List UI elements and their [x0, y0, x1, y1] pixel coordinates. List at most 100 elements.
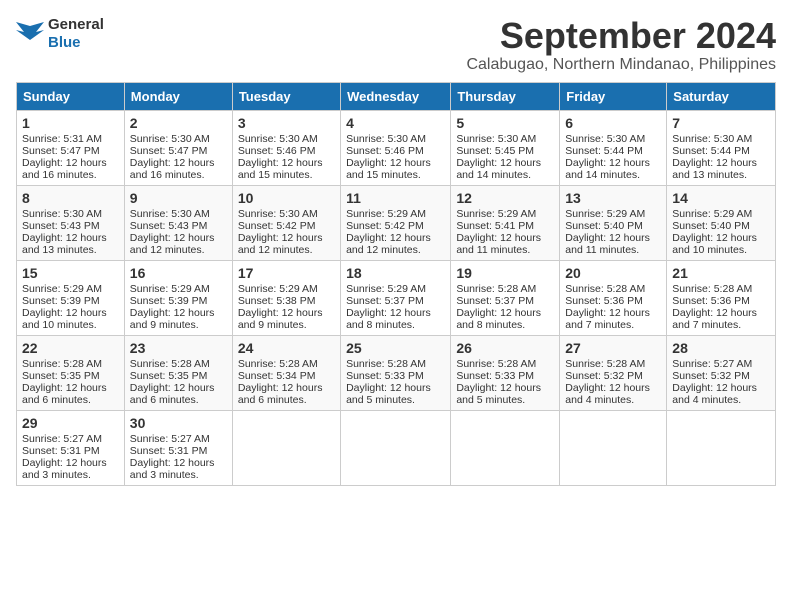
- table-row: 6 Sunrise: 5:30 AMSunset: 5:44 PMDaylight…: [560, 110, 667, 185]
- day-number: 16: [130, 265, 227, 281]
- cell-sunrise: Sunrise: 5:30 AMSunset: 5:43 PMDaylight:…: [22, 208, 107, 256]
- col-saturday: Saturday: [667, 82, 776, 110]
- table-row: 3 Sunrise: 5:30 AMSunset: 5:46 PMDaylight…: [232, 110, 340, 185]
- table-row: 14 Sunrise: 5:29 AMSunset: 5:40 PMDayligh…: [667, 185, 776, 260]
- day-number: 25: [346, 340, 445, 356]
- table-row: [232, 410, 340, 485]
- table-row: 22Sunrise: 5:28 AMSunset: 5:35 PMDayligh…: [17, 335, 125, 410]
- table-row: [451, 410, 560, 485]
- table-row: 24 Sunrise: 5:28 AMSunset: 5:34 PMDayligh…: [232, 335, 340, 410]
- cell-sunrise: Sunrise: 5:29 AMSunset: 5:39 PMDaylight:…: [22, 283, 107, 331]
- table-row: 2 Sunrise: 5:30 AMSunset: 5:47 PMDaylight…: [124, 110, 232, 185]
- day-number: 30: [130, 415, 227, 431]
- calendar-week-row: 29 Sunrise: 5:27 AMSunset: 5:31 PMDayligh…: [17, 410, 776, 485]
- table-row: [341, 410, 451, 485]
- logo: General Blue: [16, 16, 104, 52]
- day-number: 2: [130, 115, 227, 131]
- table-row: 8Sunrise: 5:30 AMSunset: 5:43 PMDaylight…: [17, 185, 125, 260]
- day-number: 10: [238, 190, 335, 206]
- calendar-week-row: 22Sunrise: 5:28 AMSunset: 5:35 PMDayligh…: [17, 335, 776, 410]
- month-title: September 2024: [466, 16, 776, 56]
- cell-sunrise: Sunrise: 5:29 AMSunset: 5:37 PMDaylight:…: [346, 283, 431, 331]
- table-row: 1 Sunrise: 5:31 AMSunset: 5:47 PMDaylight…: [17, 110, 125, 185]
- cell-sunrise: Sunrise: 5:30 AMSunset: 5:45 PMDaylight:…: [456, 133, 541, 181]
- col-thursday: Thursday: [451, 82, 560, 110]
- cell-sunrise: Sunrise: 5:31 AMSunset: 5:47 PMDaylight:…: [22, 133, 107, 181]
- cell-sunrise: Sunrise: 5:28 AMSunset: 5:36 PMDaylight:…: [672, 283, 757, 331]
- cell-sunrise: Sunrise: 5:28 AMSunset: 5:37 PMDaylight:…: [456, 283, 541, 331]
- cell-sunrise: Sunrise: 5:29 AMSunset: 5:38 PMDaylight:…: [238, 283, 323, 331]
- day-number: 1: [22, 115, 119, 131]
- location-title: Calabugao, Northern Mindanao, Philippine…: [466, 56, 776, 74]
- day-number: 27: [565, 340, 661, 356]
- title-area: September 2024 Calabugao, Northern Minda…: [466, 16, 776, 74]
- table-row: 9 Sunrise: 5:30 AMSunset: 5:43 PMDaylight…: [124, 185, 232, 260]
- col-sunday: Sunday: [17, 82, 125, 110]
- table-row: 25 Sunrise: 5:28 AMSunset: 5:33 PMDayligh…: [341, 335, 451, 410]
- table-row: 17Sunrise: 5:29 AMSunset: 5:38 PMDayligh…: [232, 260, 340, 335]
- cell-sunrise: Sunrise: 5:28 AMSunset: 5:34 PMDaylight:…: [238, 358, 323, 406]
- col-friday: Friday: [560, 82, 667, 110]
- cell-sunrise: Sunrise: 5:29 AMSunset: 5:40 PMDaylight:…: [672, 208, 757, 256]
- cell-sunrise: Sunrise: 5:27 AMSunset: 5:31 PMDaylight:…: [130, 433, 215, 481]
- cell-sunrise: Sunrise: 5:29 AMSunset: 5:42 PMDaylight:…: [346, 208, 431, 256]
- table-row: 4Sunrise: 5:30 AMSunset: 5:46 PMDaylight…: [341, 110, 451, 185]
- day-number: 12: [456, 190, 554, 206]
- day-number: 7: [672, 115, 770, 131]
- day-number: 5: [456, 115, 554, 131]
- cell-sunrise: Sunrise: 5:29 AMSunset: 5:39 PMDaylight:…: [130, 283, 215, 331]
- table-row: 28Sunrise: 5:27 AMSunset: 5:32 PMDayligh…: [667, 335, 776, 410]
- cell-sunrise: Sunrise: 5:29 AMSunset: 5:40 PMDaylight:…: [565, 208, 650, 256]
- calendar: Sunday Monday Tuesday Wednesday Thursday…: [16, 82, 776, 486]
- cell-sunrise: Sunrise: 5:30 AMSunset: 5:43 PMDaylight:…: [130, 208, 215, 256]
- logo-blue: Blue: [48, 34, 81, 51]
- table-row: [560, 410, 667, 485]
- day-number: 15: [22, 265, 119, 281]
- cell-sunrise: Sunrise: 5:30 AMSunset: 5:42 PMDaylight:…: [238, 208, 323, 256]
- cell-sunrise: Sunrise: 5:28 AMSunset: 5:32 PMDaylight:…: [565, 358, 650, 406]
- table-row: 19 Sunrise: 5:28 AMSunset: 5:37 PMDayligh…: [451, 260, 560, 335]
- day-number: 26: [456, 340, 554, 356]
- table-row: 10 Sunrise: 5:30 AMSunset: 5:42 PMDayligh…: [232, 185, 340, 260]
- day-number: 29: [22, 415, 119, 431]
- cell-sunrise: Sunrise: 5:28 AMSunset: 5:35 PMDaylight:…: [130, 358, 215, 406]
- day-number: 21: [672, 265, 770, 281]
- table-row: 27 Sunrise: 5:28 AMSunset: 5:32 PMDayligh…: [560, 335, 667, 410]
- day-number: 28: [672, 340, 770, 356]
- table-row: 12Sunrise: 5:29 AMSunset: 5:41 PMDayligh…: [451, 185, 560, 260]
- table-row: 7Sunrise: 5:30 AMSunset: 5:44 PMDaylight…: [667, 110, 776, 185]
- day-number: 9: [130, 190, 227, 206]
- table-row: 29 Sunrise: 5:27 AMSunset: 5:31 PMDayligh…: [17, 410, 125, 485]
- calendar-week-row: 1 Sunrise: 5:31 AMSunset: 5:47 PMDaylight…: [17, 110, 776, 185]
- calendar-week-row: 8Sunrise: 5:30 AMSunset: 5:43 PMDaylight…: [17, 185, 776, 260]
- table-row: 26 Sunrise: 5:28 AMSunset: 5:33 PMDayligh…: [451, 335, 560, 410]
- calendar-week-row: 15 Sunrise: 5:29 AMSunset: 5:39 PMDayligh…: [17, 260, 776, 335]
- cell-sunrise: Sunrise: 5:28 AMSunset: 5:33 PMDaylight:…: [456, 358, 541, 406]
- day-number: 4: [346, 115, 445, 131]
- day-number: 24: [238, 340, 335, 356]
- table-row: 16 Sunrise: 5:29 AMSunset: 5:39 PMDayligh…: [124, 260, 232, 335]
- day-number: 23: [130, 340, 227, 356]
- table-row: 20Sunrise: 5:28 AMSunset: 5:36 PMDayligh…: [560, 260, 667, 335]
- day-number: 6: [565, 115, 661, 131]
- day-number: 20: [565, 265, 661, 281]
- day-number: 3: [238, 115, 335, 131]
- col-monday: Monday: [124, 82, 232, 110]
- table-row: 11Sunrise: 5:29 AMSunset: 5:42 PMDayligh…: [341, 185, 451, 260]
- header: General Blue September 2024 Calabugao, N…: [16, 16, 776, 74]
- table-row: 30 Sunrise: 5:27 AMSunset: 5:31 PMDayligh…: [124, 410, 232, 485]
- cell-sunrise: Sunrise: 5:27 AMSunset: 5:31 PMDaylight:…: [22, 433, 107, 481]
- cell-sunrise: Sunrise: 5:30 AMSunset: 5:47 PMDaylight:…: [130, 133, 215, 181]
- table-row: 18 Sunrise: 5:29 AMSunset: 5:37 PMDayligh…: [341, 260, 451, 335]
- calendar-header-row: Sunday Monday Tuesday Wednesday Thursday…: [17, 82, 776, 110]
- table-row: 5 Sunrise: 5:30 AMSunset: 5:45 PMDaylight…: [451, 110, 560, 185]
- cell-sunrise: Sunrise: 5:28 AMSunset: 5:33 PMDaylight:…: [346, 358, 431, 406]
- logo-icon: [16, 22, 44, 46]
- cell-sunrise: Sunrise: 5:30 AMSunset: 5:46 PMDaylight:…: [238, 133, 323, 181]
- day-number: 18: [346, 265, 445, 281]
- day-number: 14: [672, 190, 770, 206]
- col-wednesday: Wednesday: [341, 82, 451, 110]
- day-number: 19: [456, 265, 554, 281]
- table-row: 21 Sunrise: 5:28 AMSunset: 5:36 PMDayligh…: [667, 260, 776, 335]
- cell-sunrise: Sunrise: 5:30 AMSunset: 5:44 PMDaylight:…: [565, 133, 650, 181]
